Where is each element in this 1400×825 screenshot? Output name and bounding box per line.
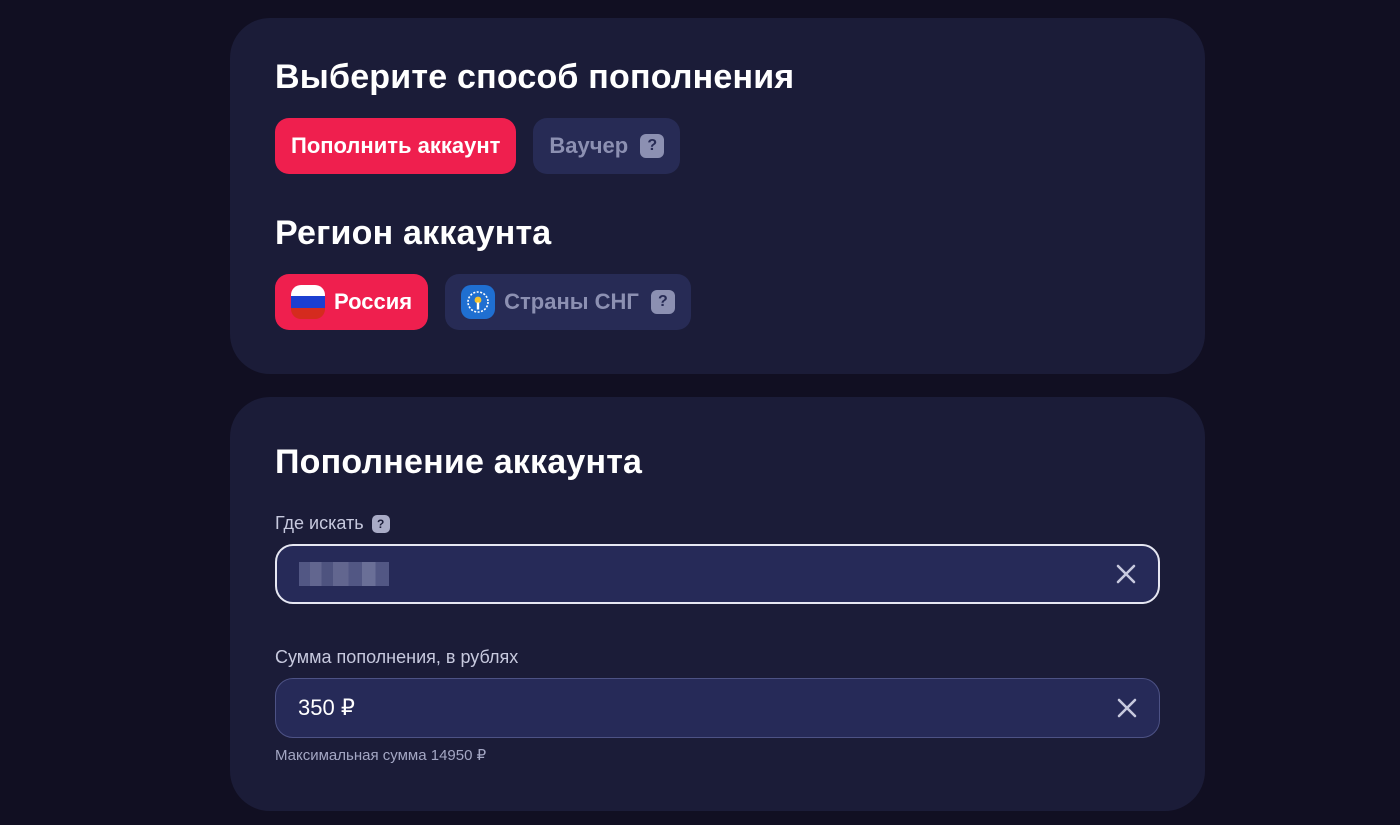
region-options: Россия Страны СНГ ? [275,274,691,330]
sum-label: Сумма пополнения, в рублях [275,647,519,667]
topup-title: Пополнение аккаунта [275,443,643,481]
where-label-text: Где искать [275,513,364,533]
region-cis-button[interactable]: Страны СНГ ? [445,274,691,330]
region-title: Регион аккаунта [275,214,552,252]
redacted-value [299,562,389,586]
question-icon[interactable]: ? [640,134,665,158]
question-icon[interactable]: ? [650,290,675,314]
close-icon[interactable] [1115,696,1139,720]
topup-card: Пополнение аккаунта Где искать ? Сумма п… [230,397,1205,811]
russia-flag-icon [291,285,325,319]
topup-account-label: Пополнить аккаунт [291,133,501,158]
sum-input[interactable]: 350 ₽ [275,678,1160,738]
method-region-card: Выберите способ пополнения Пополнить акк… [230,18,1205,374]
sum-value[interactable]: 350 ₽ [298,695,1137,721]
method-options: Пополнить аккаунт Ваучер ? [275,118,681,174]
where-label: Где искать ? [275,513,390,534]
close-icon[interactable] [1114,562,1138,586]
cis-emblem-icon [461,285,496,319]
region-cis-label: Страны СНГ [504,289,639,314]
where-input[interactable] [275,544,1160,604]
question-icon[interactable]: ? [371,514,390,533]
topup-account-button[interactable]: Пополнить аккаунт [275,118,517,174]
region-russia-label: Россия [334,289,413,314]
voucher-label: Ваучер [549,133,629,158]
method-title: Выберите способ пополнения [275,58,795,96]
region-russia-button[interactable]: Россия [275,274,429,330]
max-sum-hint: Максимальная сумма 14950 ₽ [275,747,487,764]
voucher-button[interactable]: Ваучер ? [533,118,681,174]
